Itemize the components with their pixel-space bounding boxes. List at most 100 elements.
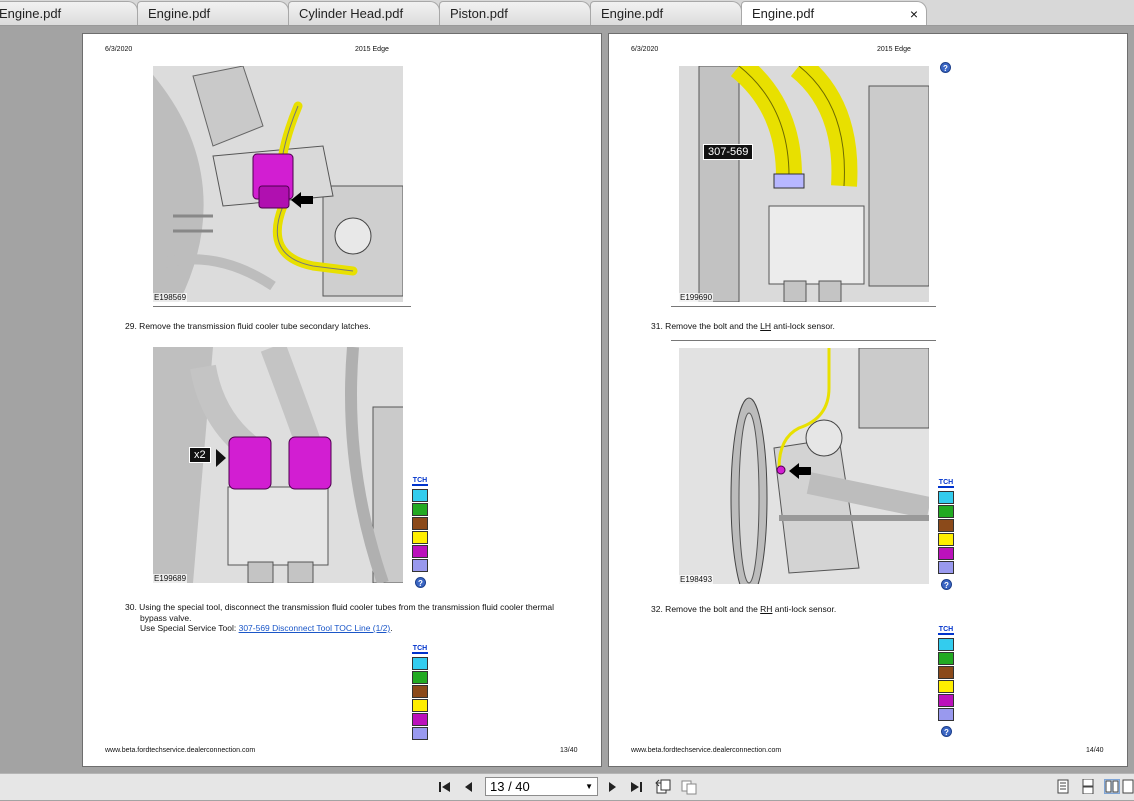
swatch-lavender xyxy=(938,708,954,721)
help-icon[interactable]: ? xyxy=(941,726,952,737)
swatch-green xyxy=(412,671,428,684)
chevron-down-icon[interactable]: ▼ xyxy=(585,778,593,795)
tab-label: Piston.pdf xyxy=(450,6,508,21)
first-page-icon[interactable] xyxy=(436,778,454,796)
special-tool-label: Use Special Service Tool: xyxy=(140,623,239,633)
swatch-green xyxy=(938,505,954,518)
next-page-icon[interactable] xyxy=(603,778,621,796)
figure-e199689: x2 E199689 xyxy=(153,347,403,583)
swatch-green xyxy=(412,503,428,516)
figure-e198569: E198569 xyxy=(153,66,403,302)
swatch-brown xyxy=(938,666,954,679)
swatch-brown xyxy=(938,519,954,532)
figure-divider xyxy=(671,306,936,307)
swatch-magenta xyxy=(938,547,954,560)
fit-page-icon[interactable] xyxy=(1122,779,1134,794)
tab-piston[interactable]: Piston.pdf xyxy=(439,1,591,25)
tch-icon[interactable]: TCH xyxy=(412,644,428,654)
continuous-view-icon[interactable] xyxy=(1080,778,1096,795)
page-model: 2015 Edge xyxy=(355,46,389,53)
step-32-text: 32. Remove the bolt and the xyxy=(651,604,761,614)
tch-icon[interactable]: TCH xyxy=(412,476,428,486)
two-page-view-icon[interactable] xyxy=(1104,779,1120,794)
page-date: 6/3/2020 xyxy=(105,46,133,53)
cooler-tube-latch-illustration xyxy=(153,66,403,302)
single-page-view-icon[interactable] xyxy=(1055,779,1071,794)
step-30-line-3: Use Special Service Tool: 307-569 Discon… xyxy=(125,623,554,634)
prev-page-icon[interactable] xyxy=(460,778,478,796)
last-page-icon[interactable] xyxy=(627,778,645,796)
page-number-input[interactable]: 13 / 40 ▼ xyxy=(485,777,598,796)
figure-id: E199689 xyxy=(153,574,188,583)
tab-label: Cylinder Head.pdf xyxy=(299,6,404,21)
swatch-cyan xyxy=(938,491,954,504)
figure-id: E198493 xyxy=(679,575,714,584)
tab-label: Engine.pdf xyxy=(752,6,815,21)
tab-engine-1[interactable]: Engine.pdf xyxy=(0,1,138,25)
tab-label: Engine.pdf xyxy=(148,6,211,21)
copy-icon[interactable] xyxy=(680,778,698,796)
swatch-yellow xyxy=(938,533,954,546)
swatch-brown xyxy=(412,685,428,698)
page-date: 6/3/2020 xyxy=(631,46,659,53)
navigation-toolbar: 13 / 40 ▼ xyxy=(0,773,1134,800)
close-tab-icon[interactable]: × xyxy=(910,2,918,25)
pdf-page-14: 6/3/2020 2015 Edge ? 307-569 E199690 31.… xyxy=(608,33,1128,767)
swatch-magenta xyxy=(938,694,954,707)
step-30-line-2: bypass valve. xyxy=(140,612,192,623)
swatch-cyan xyxy=(938,638,954,651)
swatch-lavender xyxy=(412,727,428,740)
page-url: www.beta.fordtechservice.dealerconnectio… xyxy=(631,747,782,754)
tab-cylinder-head[interactable]: Cylinder Head.pdf xyxy=(288,1,440,25)
tch-icon[interactable]: TCH xyxy=(938,478,954,488)
swatch-lavender xyxy=(938,561,954,574)
step-31: 31. Remove the bolt and the LH anti-lock… xyxy=(651,321,835,332)
color-legend: TCH xyxy=(412,644,428,741)
swatch-green xyxy=(938,652,954,665)
color-legend: TCH xyxy=(938,478,954,575)
arrow-icon xyxy=(216,449,226,467)
swatch-yellow xyxy=(412,531,428,544)
tab-engine-3[interactable]: Engine.pdf xyxy=(590,1,742,25)
page-number: 13/40 xyxy=(560,747,578,754)
page-number: 14/40 xyxy=(1086,747,1104,754)
tab-label: Engine.pdf xyxy=(0,6,62,21)
color-legend: TCH xyxy=(938,625,954,722)
disconnect-tool-illustration xyxy=(679,66,929,302)
tab-engine-active[interactable]: Engine.pdf × xyxy=(741,1,927,25)
rh-abbrev: RH xyxy=(760,604,773,614)
step-32: 32. Remove the bolt and the RH anti-lock… xyxy=(651,604,836,615)
help-icon[interactable]: ? xyxy=(941,579,952,590)
tab-engine-2[interactable]: Engine.pdf xyxy=(137,1,289,25)
help-icon[interactable]: ? xyxy=(415,577,426,588)
rotate-icon[interactable] xyxy=(654,778,672,796)
swatch-lavender xyxy=(412,559,428,572)
swatch-cyan xyxy=(412,657,428,670)
help-icon[interactable]: ? xyxy=(940,62,951,73)
period: . xyxy=(390,623,393,633)
swatch-yellow xyxy=(938,680,954,693)
tch-icon[interactable]: TCH xyxy=(938,625,954,635)
figure-e199690: 307-569 E199690 xyxy=(679,66,929,302)
tab-bar: Engine.pdf Engine.pdf Cylinder Head.pdf … xyxy=(0,0,1134,26)
page-url: www.beta.fordtechservice.dealerconnectio… xyxy=(105,747,256,754)
special-tool-link[interactable]: 307-569 Disconnect Tool TOC Line (1/2) xyxy=(239,623,391,633)
color-legend: TCH xyxy=(412,476,428,573)
step-29: 29. Remove the transmission fluid cooler… xyxy=(125,321,371,331)
figure-e198493: E198493 xyxy=(679,348,929,584)
cooler-tube-valve-illustration xyxy=(153,347,403,583)
swatch-brown xyxy=(412,517,428,530)
tab-label: Engine.pdf xyxy=(601,6,664,21)
page-number-value: 13 / 40 xyxy=(490,779,530,794)
callout-307-569: 307-569 xyxy=(703,144,754,160)
figure-id: E199690 xyxy=(679,293,714,302)
swatch-cyan xyxy=(412,489,428,502)
step-31-text-end: anti-lock sensor. xyxy=(771,321,835,331)
step-30: 30. Using the special tool, disconnect t… xyxy=(125,602,554,634)
step-31-text: 31. Remove the bolt and the xyxy=(651,321,761,331)
pdf-page-13: 6/3/2020 2015 Edge E198569 29. Remove th… xyxy=(82,33,602,767)
figure-id: E198569 xyxy=(153,293,188,302)
figure-divider xyxy=(153,306,411,307)
callout-x2: x2 xyxy=(189,447,211,463)
swatch-magenta xyxy=(412,713,428,726)
